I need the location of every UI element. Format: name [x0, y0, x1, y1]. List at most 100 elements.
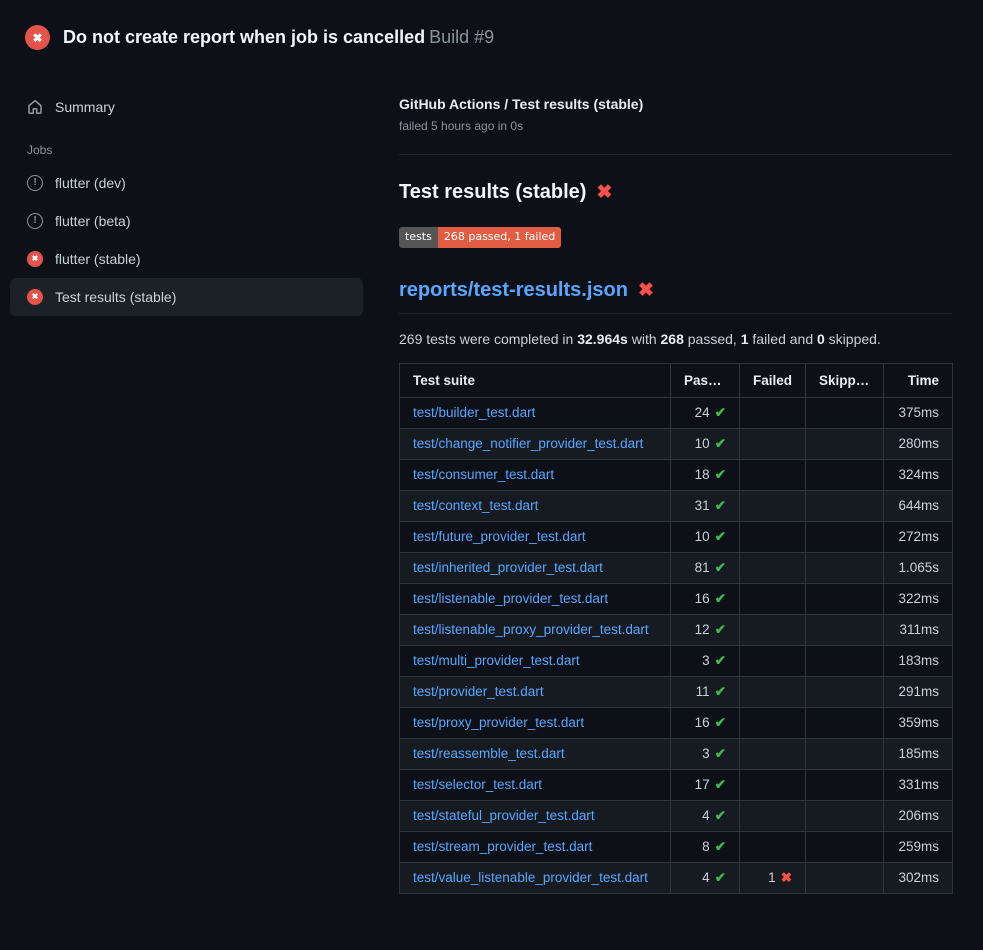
test-suite-link[interactable]: test/listenable_proxy_provider_test.dart [413, 622, 649, 637]
table-row: test/reassemble_test.dart3✔185ms [400, 738, 953, 769]
cancelled-status-icon: ! [27, 213, 43, 229]
summary-text: skipped. [825, 331, 881, 347]
job-label: flutter (stable) [55, 251, 141, 267]
summary-text: passed, [684, 331, 741, 347]
sidebar-item-summary[interactable]: Summary [10, 88, 363, 126]
summary-text: with [628, 331, 661, 347]
test-suite-link[interactable]: test/stateful_provider_test.dart [413, 808, 595, 823]
passed-count: 4 [702, 808, 710, 823]
test-suite-link[interactable]: test/selector_test.dart [413, 777, 542, 792]
failed-cell: 1✖ [740, 862, 806, 893]
summary-passed: 268 [661, 331, 684, 347]
check-icon: ✔ [715, 622, 726, 637]
summary-line: 269 tests were completed in 32.964s with… [399, 331, 952, 347]
time-cell: 331ms [884, 769, 953, 800]
passed-cell: 4✔ [671, 800, 740, 831]
passed-cell: 81✔ [671, 552, 740, 583]
header: ✖ Do not create report when job is cance… [0, 0, 983, 72]
table-row: test/provider_test.dart 11✔ 291ms [400, 676, 953, 707]
test-suite-link[interactable]: test/consumer_test.dart [413, 467, 554, 482]
passed-count: 3 [702, 653, 710, 668]
check-icon: ✔ [715, 746, 726, 761]
column-header-skipped: Skipped [806, 363, 884, 397]
suite-cell: test/future_provider_test.dart [400, 521, 671, 552]
cross-mark-icon: ✖ [638, 281, 654, 300]
job-label: Test results (stable) [55, 289, 176, 305]
failed-cell [740, 614, 806, 645]
passed-cell: 11✔ [671, 676, 740, 707]
table-row: test/multi_provider_test.dart3✔183ms [400, 645, 953, 676]
test-suite-link[interactable]: test/future_provider_test.dart [413, 529, 586, 544]
column-header-passed: Passed [671, 363, 740, 397]
passed-cell: 4✔ [671, 862, 740, 893]
time-cell: 206ms [884, 800, 953, 831]
sidebar-item-flutter-stable[interactable]: ✖ flutter (stable) [10, 240, 363, 278]
test-suite-link[interactable]: test/builder_test.dart [413, 405, 535, 420]
test-suite-link[interactable]: test/context_test.dart [413, 498, 538, 513]
home-icon [27, 99, 43, 115]
test-suite-link[interactable]: test/reassemble_test.dart [413, 746, 565, 761]
report-heading: reports/test-results.json ✖ [399, 279, 952, 314]
skipped-cell [806, 614, 884, 645]
passed-count: 4 [702, 870, 710, 885]
failed-status-icon: ✖ [27, 289, 43, 305]
sidebar-item-flutter-dev[interactable]: ! flutter (dev) [10, 164, 363, 202]
passed-count: 16 [695, 591, 710, 606]
skipped-cell [806, 862, 884, 893]
time-cell: 291ms [884, 676, 953, 707]
table-row: test/selector_test.dart17✔331ms [400, 769, 953, 800]
skipped-cell [806, 459, 884, 490]
suite-cell: test/change_notifier_provider_test.dart [400, 428, 671, 459]
check-icon: ✔ [715, 436, 726, 451]
time-cell: 311ms [884, 614, 953, 645]
time-cell: 359ms [884, 707, 953, 738]
suite-cell: test/stateful_provider_test.dart [400, 800, 671, 831]
check-icon: ✔ [715, 467, 726, 482]
check-icon: ✔ [715, 715, 726, 730]
test-suite-link[interactable]: test/inherited_provider_test.dart [413, 560, 603, 575]
cross-icon: ✖ [781, 870, 792, 885]
passed-count: 17 [695, 777, 710, 792]
time-cell: 259ms [884, 831, 953, 862]
failed-cell [740, 707, 806, 738]
test-suite-link[interactable]: test/value_listenable_provider_test.dart [413, 870, 648, 885]
test-suite-link[interactable]: test/provider_test.dart [413, 684, 544, 699]
time-cell: 375ms [884, 397, 953, 428]
passed-cell: 31✔ [671, 490, 740, 521]
test-suite-link[interactable]: test/listenable_provider_test.dart [413, 591, 608, 606]
badge-label: tests [399, 227, 438, 248]
table-row: test/listenable_provider_test.dart16✔322… [400, 583, 953, 614]
test-suite-link[interactable]: test/stream_provider_test.dart [413, 839, 592, 854]
skipped-cell [806, 676, 884, 707]
passed-count: 18 [695, 467, 710, 482]
passed-cell: 24✔ [671, 397, 740, 428]
test-suite-link[interactable]: test/proxy_provider_test.dart [413, 715, 584, 730]
time-cell: 1.065s [884, 552, 953, 583]
suite-cell: test/listenable_provider_test.dart [400, 583, 671, 614]
failed-cell [740, 459, 806, 490]
suite-cell: test/builder_test.dart [400, 397, 671, 428]
time-cell: 302ms [884, 862, 953, 893]
test-suite-link[interactable]: test/multi_provider_test.dart [413, 653, 580, 668]
failed-cell [740, 397, 806, 428]
passed-cell: 3✔ [671, 645, 740, 676]
sidebar-item-test-results-stable[interactable]: ✖ Test results (stable) [10, 278, 363, 316]
table-row: test/value_listenable_provider_test.dart… [400, 862, 953, 893]
badge-value: 268 passed, 1 failed [438, 227, 561, 248]
column-header-time: Time [884, 363, 953, 397]
skipped-cell [806, 769, 884, 800]
failed-cell [740, 552, 806, 583]
sidebar-item-flutter-beta[interactable]: ! flutter (beta) [10, 202, 363, 240]
time-cell: 185ms [884, 738, 953, 769]
time-cell: 324ms [884, 459, 953, 490]
suite-cell: test/consumer_test.dart [400, 459, 671, 490]
table-row: test/future_provider_test.dart10✔272ms [400, 521, 953, 552]
test-suite-link[interactable]: test/change_notifier_provider_test.dart [413, 436, 643, 451]
table-row: test/listenable_proxy_provider_test.dart… [400, 614, 953, 645]
check-icon: ✔ [715, 839, 726, 854]
passed-count: 81 [695, 560, 710, 575]
report-file-link[interactable]: reports/test-results.json [399, 279, 628, 302]
failed-cell [740, 800, 806, 831]
suite-cell: test/reassemble_test.dart [400, 738, 671, 769]
table-row: test/builder_test.dart 24✔ 375ms [400, 397, 953, 428]
